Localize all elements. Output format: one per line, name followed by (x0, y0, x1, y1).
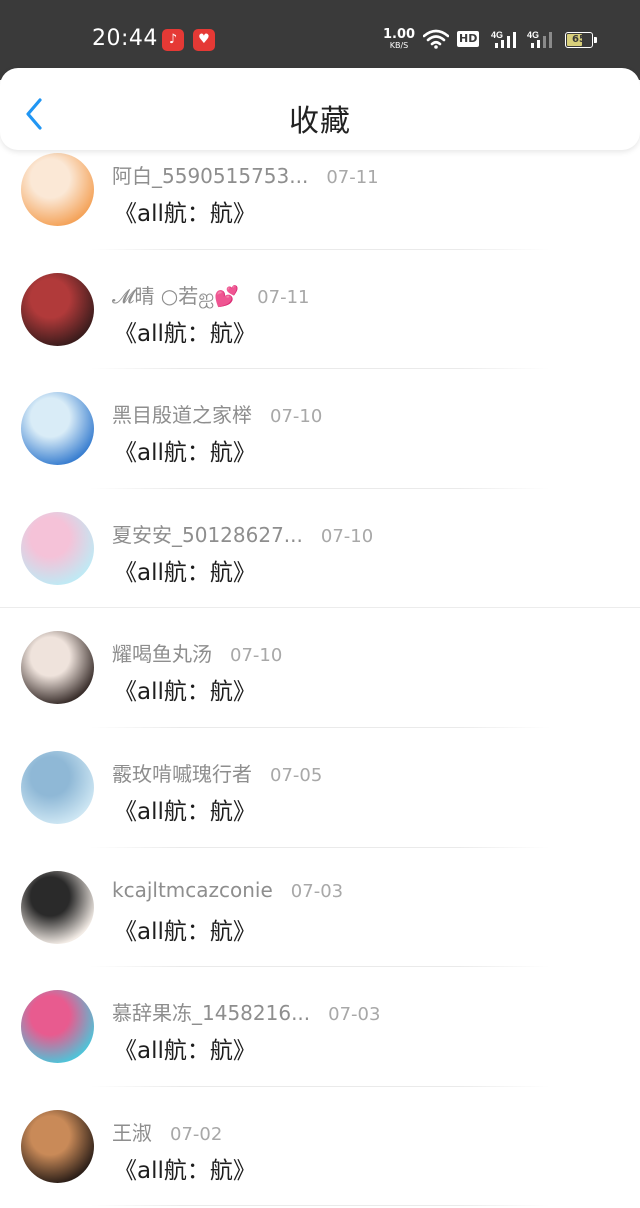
network-speed: 1.00 KB/S (383, 28, 415, 50)
music-app-icon: ♪ (162, 29, 184, 51)
item-meta: 夏安安_50128627... 07-10 (112, 519, 373, 549)
item-meta: 𝓜晴 ○若ஐ💕 07-11 (112, 280, 309, 310)
avatar[interactable] (21, 392, 94, 466)
avatar[interactable] (21, 631, 94, 705)
post-date: 07-11 (326, 167, 379, 188)
user-name[interactable]: 霰玫啃嘁瑰行者 (112, 762, 252, 786)
avatar[interactable] (21, 990, 94, 1064)
story-title[interactable]: 《all航：航》 (114, 792, 256, 826)
avatar[interactable] (21, 511, 94, 585)
avatar[interactable] (21, 1109, 94, 1183)
story-title[interactable]: 《all航：航》 (114, 1031, 256, 1065)
battery-icon: 65 (565, 32, 593, 48)
post-date: 07-03 (290, 880, 344, 902)
avatar[interactable] (21, 272, 94, 346)
item-meta: 黑目殷道之家榉 07-10 (112, 399, 322, 429)
post-date: 07-02 (170, 1123, 223, 1145)
item-meta: 耀喝鱼丸汤 07-10 (112, 638, 282, 668)
user-name[interactable]: 王淑 (112, 1121, 152, 1145)
post-date: 07-10 (270, 406, 323, 428)
user-name[interactable]: 阿白_5590515753... (112, 164, 308, 188)
user-name[interactable]: 耀喝鱼丸汤 (112, 642, 212, 666)
story-title[interactable]: 《all航：航》 (114, 1151, 256, 1185)
list-item[interactable]: 王淑 07-02 《all航：航》 (0, 1087, 640, 1207)
post-date: 07-10 (320, 525, 374, 547)
screen: 20:44 ♪ ♥ 1.00 KB/S HD 4G 4G 65 收藏 阿白_55… (0, 0, 640, 1208)
list-item[interactable]: kcajltmcazconie 07-03 《all航：航》 (0, 848, 640, 968)
item-meta: 王淑 07-02 (112, 1117, 222, 1147)
signal-1-label: 4G (491, 30, 503, 40)
avatar[interactable] (21, 153, 94, 226)
signal-2-label: 4G (527, 30, 539, 40)
network-speed-unit: KB/S (389, 41, 409, 50)
item-meta: 慕辞果冻_1458216... 07-03 (112, 997, 380, 1027)
post-date: 07-05 (270, 764, 323, 786)
story-title[interactable]: 《all航：航》 (114, 912, 256, 946)
list-item[interactable]: 耀喝鱼丸汤 07-10 《all航：航》 (0, 608, 640, 728)
list-item[interactable]: 霰玫啃嘁瑰行者 07-05 《all航：航》 (0, 728, 640, 848)
user-name[interactable]: kcajltmcazconie (112, 878, 273, 902)
battery-tip (594, 37, 597, 43)
item-meta: 霰玫啃嘁瑰行者 07-05 (112, 758, 322, 788)
post-date: 07-10 (230, 645, 283, 667)
hd-voice-icon: HD (457, 31, 480, 47)
story-title[interactable]: 《all航：航》 (114, 433, 256, 467)
list-item[interactable]: 黑目殷道之家榉 07-10 《all航：航》 (0, 369, 640, 489)
story-title[interactable]: 《all航：航》 (114, 314, 256, 348)
status-time: 20:44 (92, 26, 158, 51)
list-item[interactable]: 夏安安_50128627... 07-10 《all航：航》 (0, 489, 640, 609)
favorites-list: 阿白_5590515753... 07-11 《all航：航》 𝓜晴 ○若ஐ💕 07-1… (0, 130, 640, 1207)
avatar[interactable] (21, 750, 94, 824)
header-bar: 收藏 (0, 68, 640, 150)
heart-app-icon: ♥ (193, 29, 215, 51)
user-name[interactable]: 𝓜晴 ○若ஐ💕 (112, 284, 239, 308)
story-title[interactable]: 《all航：航》 (114, 194, 256, 228)
network-speed-value: 1.00 (383, 27, 416, 42)
divider (90, 1205, 550, 1207)
user-name[interactable]: 慕辞果冻_1458216... (112, 1001, 310, 1025)
cellular-signal-2-icon: 4G (527, 30, 552, 48)
page-title: 收藏 (289, 104, 351, 139)
post-date: 07-03 (328, 1004, 381, 1026)
battery-level: 65 (572, 34, 586, 45)
item-meta: kcajltmcazconie 07-03 (112, 878, 343, 908)
item-meta: 阿白_5590515753... 07-11 (112, 160, 379, 190)
avatar[interactable] (21, 870, 94, 944)
story-title[interactable]: 《all航：航》 (114, 553, 256, 587)
story-title[interactable]: 《all航：航》 (114, 672, 256, 706)
post-date: 07-11 (257, 286, 310, 308)
cellular-signal-1-icon: 4G (491, 30, 516, 48)
list-item[interactable]: 𝓜晴 ○若ஐ💕 07-11 《all航：航》 (0, 250, 640, 370)
list-item[interactable]: 慕辞果冻_1458216... 07-03 《all航：航》 (0, 967, 640, 1087)
user-name[interactable]: 夏安安_50128627... (112, 523, 303, 547)
user-name[interactable]: 黑目殷道之家榉 (112, 403, 252, 427)
wifi-icon (423, 29, 449, 49)
